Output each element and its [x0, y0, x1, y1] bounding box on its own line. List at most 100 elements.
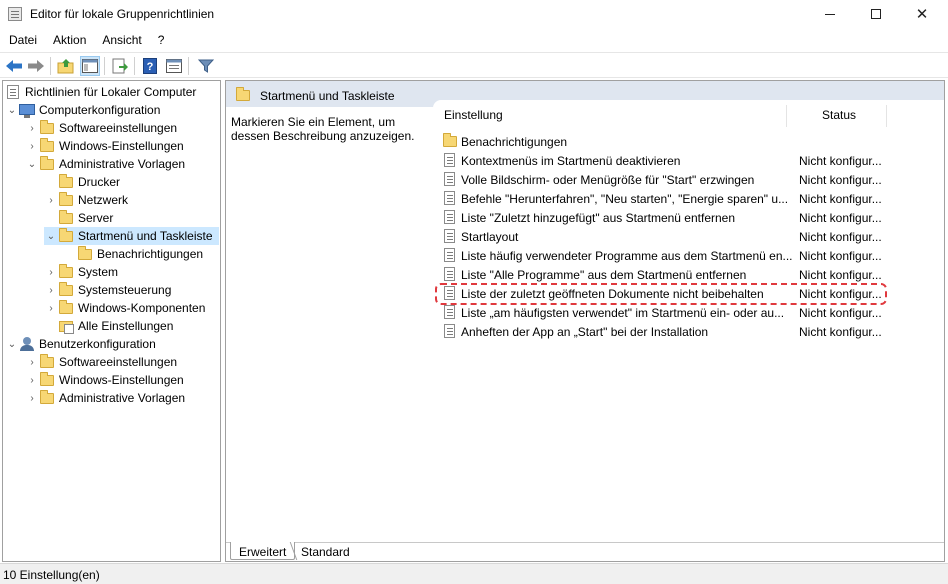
tree-item-netzwerk[interactable]: › Netzwerk [44, 191, 128, 209]
close-button[interactable]: ✕ [899, 0, 945, 28]
app-icon [8, 7, 22, 21]
chevron-right-icon[interactable]: › [44, 281, 58, 299]
list-item-policy[interactable]: Kontextmenüs im Startmenü deaktivieren N… [441, 151, 901, 170]
column-separator[interactable] [786, 105, 787, 127]
chevron-down-icon[interactable]: ⌄ [5, 101, 19, 119]
chevron-down-icon[interactable]: ⌄ [5, 335, 19, 353]
chevron-right-icon[interactable]: › [25, 371, 39, 389]
toolbar-separator [188, 57, 189, 75]
policy-setting-icon [443, 210, 457, 225]
tree-item-windows-komponenten[interactable]: › Windows-Komponenten [44, 299, 205, 317]
list-item-policy[interactable]: Liste häufig verwendeter Programme aus d… [441, 246, 901, 265]
folder-icon [443, 133, 457, 149]
tree-item-label: Administrative Vorlagen [59, 157, 186, 171]
tree-item-computerkonfiguration[interactable]: ⌄ Computerkonfiguration [5, 101, 160, 119]
setting-status: Nicht konfigur... [799, 324, 882, 339]
tree-item-label: Netzwerk [78, 193, 129, 207]
folder-icon [39, 138, 55, 154]
chevron-right-icon[interactable]: › [44, 299, 58, 317]
minimize-button[interactable] [807, 0, 853, 28]
tree-item-startmenue-taskleiste[interactable]: ⌄ Startmenü und Taskleiste [44, 227, 219, 245]
tree-item-benachrichtigungen[interactable]: Benachrichtigungen [63, 245, 203, 263]
column-header-status[interactable]: Status [822, 108, 856, 122]
chevron-right-icon[interactable]: › [25, 389, 39, 407]
tree-item-root[interactable]: Richtlinien für Lokaler Computer [5, 83, 196, 101]
tree-item-user-administrative-vorlagen[interactable]: › Administrative Vorlagen [25, 389, 185, 407]
tree-item-administrative-vorlagen[interactable]: ⌄ Administrative Vorlagen [25, 155, 185, 173]
chevron-right-icon[interactable]: › [44, 263, 58, 281]
chevron-right-icon[interactable]: › [44, 191, 58, 209]
chevron-right-icon[interactable]: › [25, 353, 39, 371]
chevron-down-icon[interactable]: ⌄ [44, 227, 58, 245]
list-item-policy[interactable]: Liste "Zuletzt hinzugefügt" aus Startmen… [441, 208, 901, 227]
user-icon [19, 336, 35, 352]
tree-item-user-windows-einstellungen[interactable]: › Windows-Einstellungen [25, 371, 184, 389]
list-item-policy[interactable]: Liste „am häufigsten verwendet" im Start… [441, 303, 901, 322]
menu-datei[interactable]: Datei [0, 29, 44, 51]
folder-icon [58, 174, 74, 190]
column-header-einstellung[interactable]: Einstellung [444, 108, 503, 122]
maximize-icon [871, 9, 881, 19]
list-item-policy[interactable]: Befehle "Herunterfahren", "Neu starten",… [441, 189, 901, 208]
chevron-right-icon[interactable]: › [25, 137, 39, 155]
back-icon [6, 60, 22, 72]
tree-item-label: System [78, 265, 119, 279]
list-item-policy[interactable]: Volle Bildschirm- oder Menügröße für "St… [441, 170, 901, 189]
column-separator[interactable] [886, 105, 887, 127]
tree-item-user-softwareeinstellungen[interactable]: › Softwareeinstellungen [25, 353, 177, 371]
tree-item-drucker[interactable]: Drucker [44, 173, 120, 191]
export-list-button[interactable] [110, 56, 130, 76]
computer-icon [19, 102, 35, 118]
folder-icon [235, 87, 251, 103]
tree-item-system[interactable]: › System [44, 263, 118, 281]
tree-item-alle-einstellungen[interactable]: Alle Einstellungen [44, 317, 173, 335]
window-title: Editor für lokale Gruppenrichtlinien [30, 7, 215, 21]
policy-setting-icon [443, 248, 457, 263]
setting-name: Liste „am häufigsten verwendet" im Start… [461, 305, 785, 320]
chevron-right-icon[interactable]: › [25, 119, 39, 137]
policy-setting-icon [443, 305, 457, 320]
folder-icon [58, 282, 74, 298]
export-list-icon [112, 58, 128, 74]
close-icon: ✕ [915, 6, 929, 23]
policy-setting-icon [443, 229, 457, 244]
toolbar-separator [134, 57, 135, 75]
tab-standard[interactable]: Standard [293, 542, 358, 560]
chevron-down-icon[interactable]: ⌄ [25, 155, 39, 173]
tree-item-label: Drucker [78, 175, 121, 189]
up-folder-button[interactable] [56, 56, 76, 76]
menu-aktion[interactable]: Aktion [44, 29, 93, 51]
back-button[interactable] [4, 56, 24, 76]
tab-erweitert[interactable]: Erweitert [230, 542, 296, 560]
list-item-policy[interactable]: Startlayout Nicht konfigur... [441, 227, 901, 246]
tree-item-systemsteuerung[interactable]: › Systemsteuerung [44, 281, 171, 299]
tree-item-windows-einstellungen[interactable]: › Windows-Einstellungen [25, 137, 184, 155]
title-bar: Editor für lokale Gruppenrichtlinien ✕ [0, 0, 948, 28]
list-item-policy[interactable]: Anheften der App an „Start" bei der Inst… [441, 322, 901, 341]
properties-button[interactable] [164, 56, 184, 76]
up-folder-icon [57, 59, 74, 74]
folder-icon [39, 390, 55, 406]
forward-button[interactable] [26, 56, 46, 76]
filter-button[interactable] [196, 56, 216, 76]
setting-name: Liste "Alle Programme" aus dem Startmenü… [461, 267, 747, 282]
tree-item-label: Benachrichtigungen [97, 247, 204, 261]
setting-name: Anheften der App an „Start" bei der Inst… [461, 324, 709, 339]
list-item-policy[interactable]: Liste "Alle Programme" aus dem Startmenü… [441, 265, 901, 284]
folder-icon [58, 192, 74, 208]
tree-item-label: Benutzerkonfiguration [39, 337, 156, 351]
help-button[interactable]: ? [140, 56, 160, 76]
menu-help[interactable]: ? [149, 29, 172, 51]
menu-ansicht[interactable]: Ansicht [93, 29, 148, 51]
maximize-button[interactable] [853, 0, 899, 28]
tree-item-label: Windows-Einstellungen [59, 373, 184, 387]
tree-item-server[interactable]: Server [44, 209, 113, 227]
tree-item-benutzerkonfiguration[interactable]: ⌄ Benutzerkonfiguration [5, 335, 156, 353]
show-hide-tree-button[interactable] [80, 56, 100, 76]
tree-item-label: Alle Einstellungen [78, 319, 174, 333]
tree-item-softwareeinstellungen[interactable]: › Softwareeinstellungen [25, 119, 177, 137]
list-item-folder[interactable]: Benachrichtigungen [441, 132, 901, 151]
status-text: 10 Einstellung(en) [3, 568, 100, 582]
